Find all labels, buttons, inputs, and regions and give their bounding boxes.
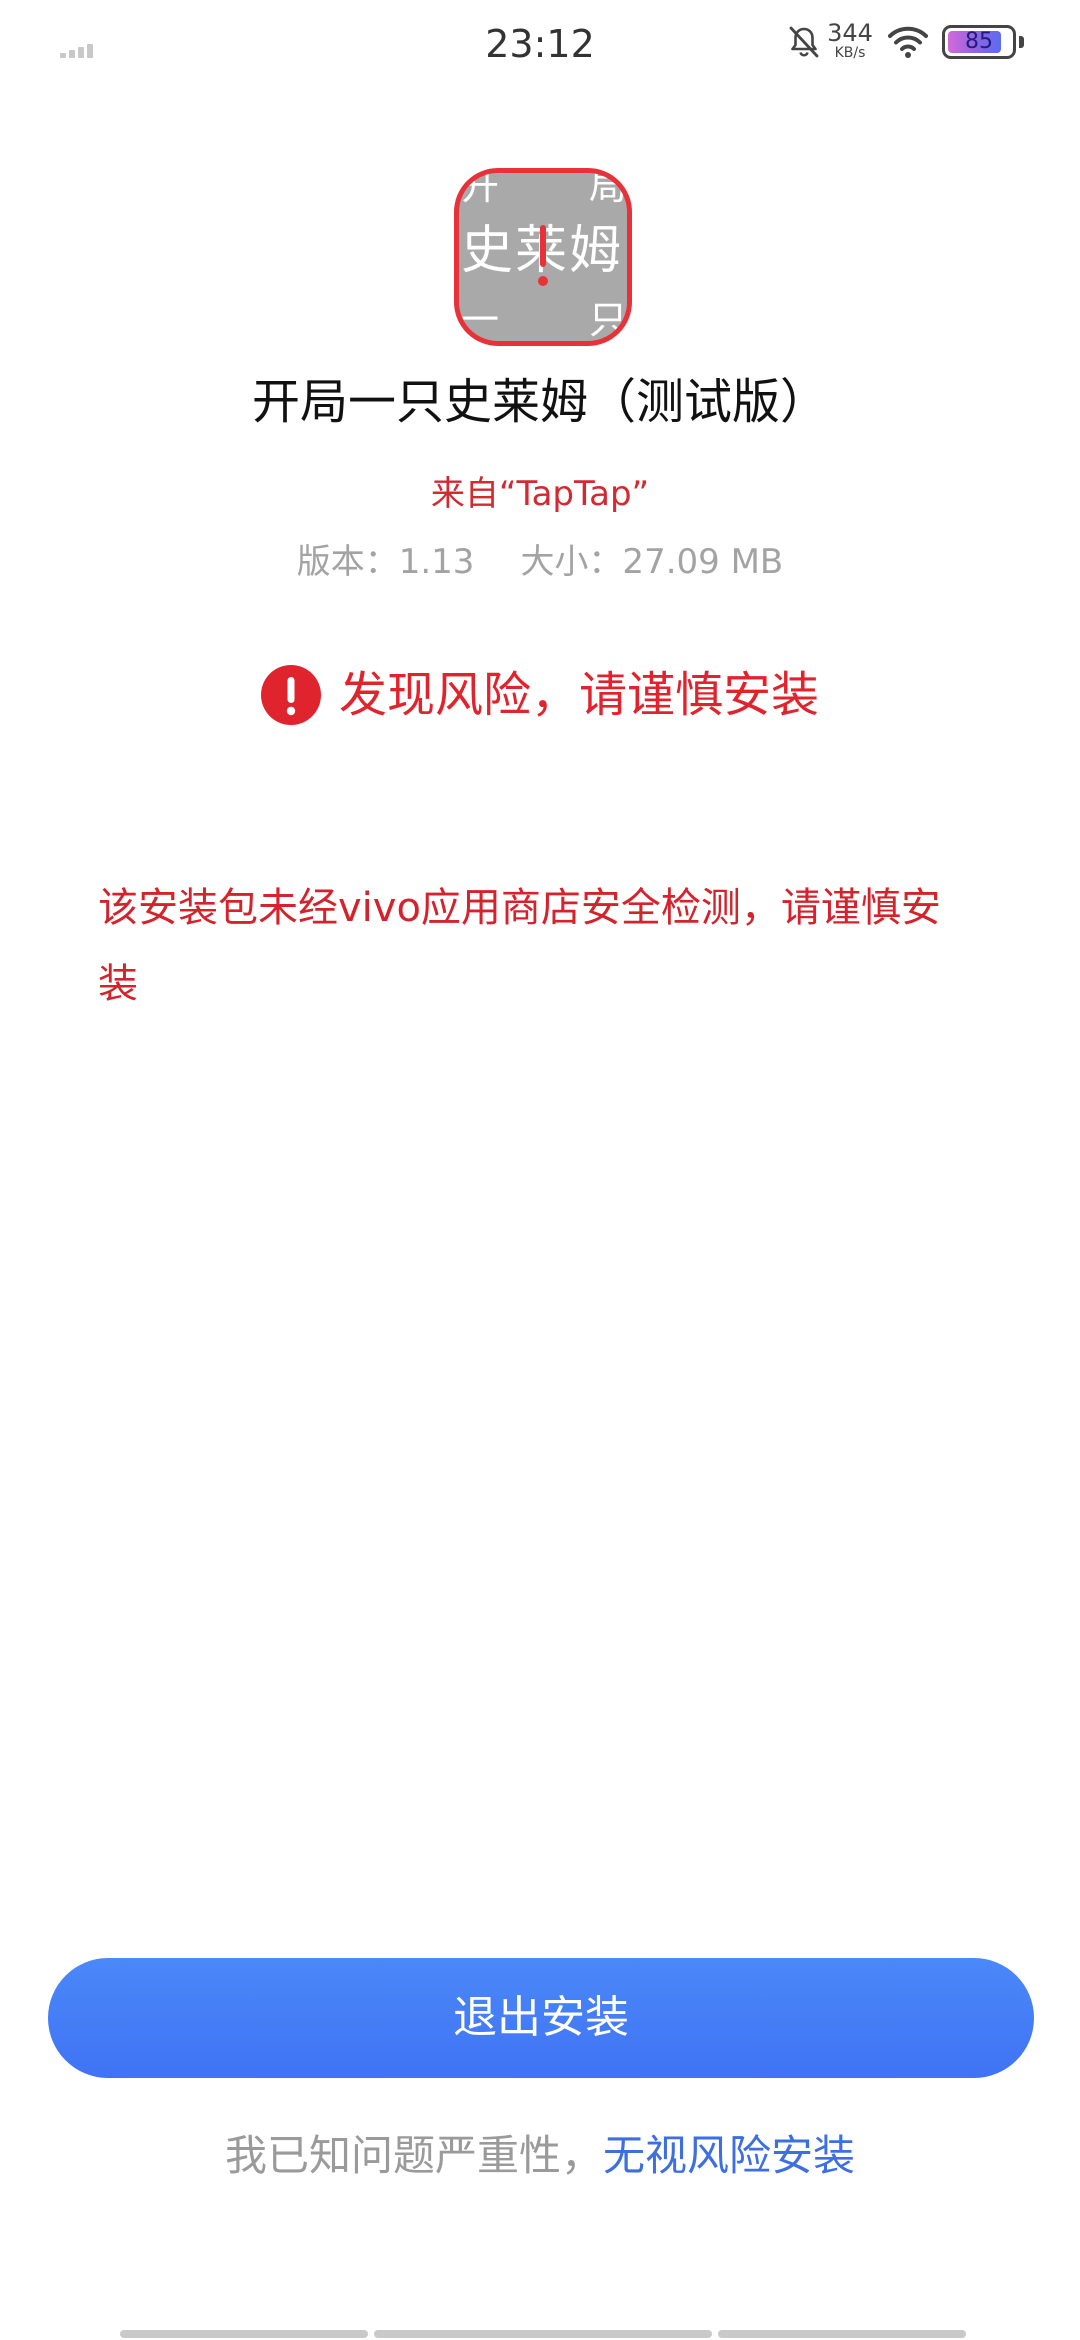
gesture-bar-right[interactable]: [718, 2330, 966, 2338]
ignore-risk-prefix: 我已知问题严重性，: [224, 2131, 603, 2180]
gesture-bar-center[interactable]: [374, 2330, 712, 2338]
status-time: 23:12: [485, 22, 595, 66]
app-icon-glyph: 只: [589, 298, 628, 342]
battery-tip: [1019, 36, 1024, 48]
app-icon-glyph: 姆: [569, 221, 622, 281]
app-icon-glyph: 史: [461, 221, 514, 281]
exit-install-button[interactable]: 退出安装: [48, 1958, 1034, 2078]
exclamation-icon: [538, 225, 548, 286]
risk-warning: 发现风险，请谨慎安装: [0, 660, 1080, 730]
install-risk-screen: 23:12 344 KB/s 85 开 局 史 莱 姆: [0, 0, 1080, 2340]
alert-circle-icon: [260, 665, 321, 725]
signal-icon: [60, 44, 93, 58]
app-source: 来自“TapTap”: [430, 474, 650, 514]
risk-title: 发现风险，请谨慎安装: [338, 667, 819, 723]
bell-off-icon: [789, 26, 819, 58]
app-icon-glyph: 一: [461, 298, 500, 342]
ignore-risk-row: 我已知问题严重性，无视风险安装: [0, 2126, 1080, 2186]
app-size: 大小：27.09 MB: [520, 542, 784, 582]
gesture-bar-left[interactable]: [120, 2330, 368, 2338]
risk-description: 该安装包未经vivo应用商店安全检测，请谨慎安装: [98, 885, 941, 1007]
wifi-icon: [888, 26, 928, 58]
app-version: 版本：1.13: [296, 542, 475, 582]
battery-level: 85: [965, 29, 993, 54]
battery-icon: 85: [942, 25, 1016, 59]
app-icon-glyph: 开: [461, 168, 500, 208]
net-speed: 344 KB/s: [824, 20, 876, 60]
app-meta: 版本：1.13 大小：27.09 MB: [0, 538, 1080, 586]
ignore-risk-install-link[interactable]: 无视风险安装: [603, 2131, 855, 2180]
net-speed-unit: KB/s: [834, 45, 866, 61]
status-bar: 23:12 344 KB/s 85: [0, 0, 1080, 92]
app-icon-glyph: 局: [589, 168, 628, 208]
app-icon: 开 局 史 莱 姆 一 只: [454, 168, 632, 346]
net-speed-value: 344: [827, 19, 873, 47]
app-name: 开局一只史莱姆（测试版）: [251, 374, 828, 430]
